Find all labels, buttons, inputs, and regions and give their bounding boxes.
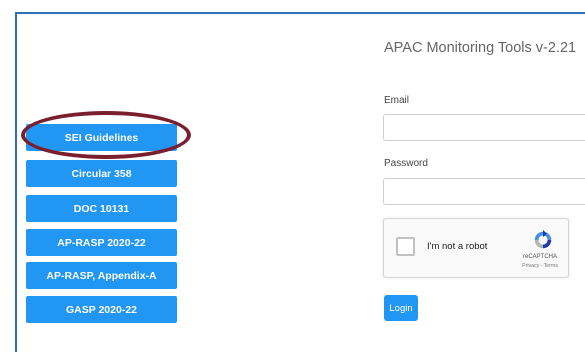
login-button[interactable]: Login bbox=[384, 295, 418, 321]
ap-rasp-2020-22-button[interactable]: AP-RASP 2020-22 bbox=[26, 229, 177, 256]
sei-guidelines-button[interactable]: SEI Guidelines bbox=[26, 124, 177, 151]
recaptcha-checkbox[interactable] bbox=[396, 237, 415, 256]
app-title: APAC Monitoring Tools v-2.21 bbox=[384, 40, 577, 56]
email-field[interactable] bbox=[383, 114, 585, 141]
recaptcha-brand: reCAPTCHA bbox=[522, 254, 557, 260]
recaptcha-logo-icon bbox=[534, 229, 552, 249]
gasp-2020-22-button[interactable]: GASP 2020-22 bbox=[26, 296, 177, 323]
password-field[interactable] bbox=[383, 178, 585, 205]
recaptcha-terms-link[interactable]: Privacy - Terms bbox=[514, 263, 566, 269]
recaptcha-checkbox-label: I'm not a robot bbox=[427, 241, 488, 252]
email-label: Email bbox=[384, 95, 410, 106]
password-label: Password bbox=[384, 158, 428, 169]
doc-10131-button[interactable]: DOC 10131 bbox=[26, 195, 177, 222]
recaptcha-widget: I'm not a robot reCAPTCHA Privacy - Term… bbox=[383, 218, 569, 278]
circular-358-button[interactable]: Circular 358 bbox=[26, 160, 177, 187]
ap-rasp-appendix-a-button[interactable]: AP-RASP, Appendix-A bbox=[26, 262, 177, 289]
